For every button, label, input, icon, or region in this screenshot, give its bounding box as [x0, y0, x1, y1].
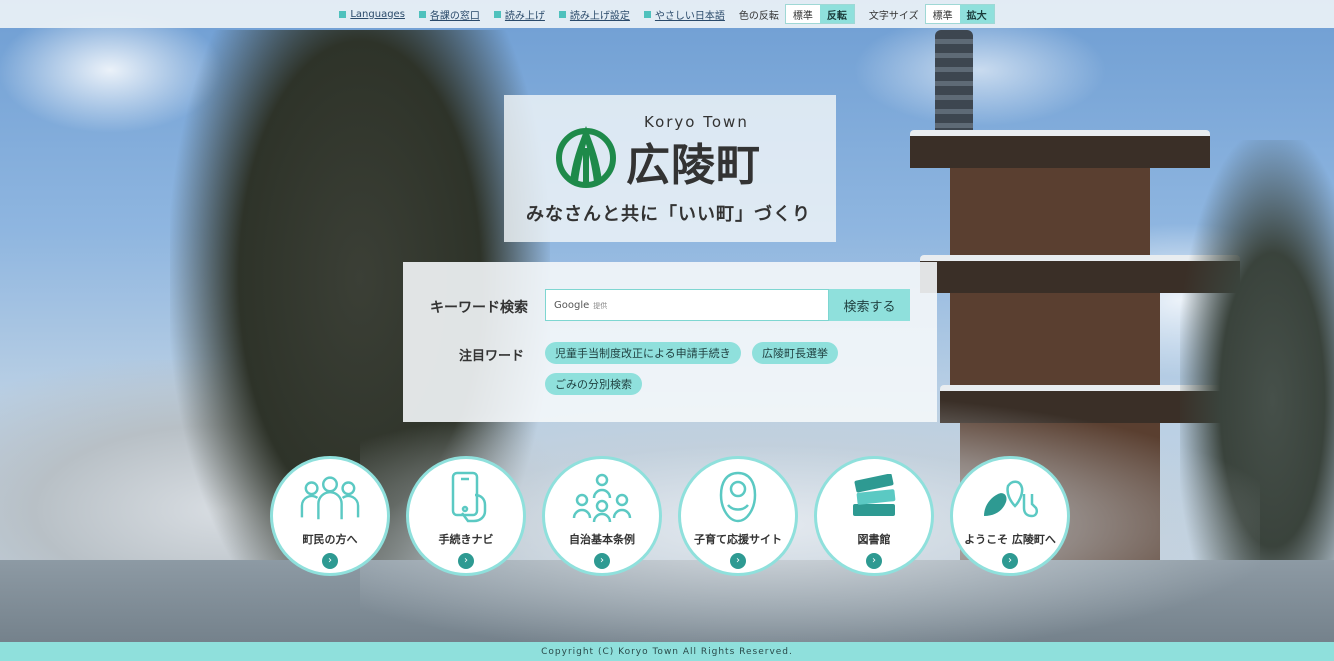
people-icon: [300, 471, 360, 523]
search-button[interactable]: 検索する: [829, 289, 910, 321]
fontsize-label: 文字サイズ: [868, 10, 919, 22]
site-logo[interactable]: Koryo Town 広陵町 みなさんと共に「いい町」づくり: [504, 95, 836, 242]
accessibility-bar: Languages 各課の窓口 読み上げ 読み上げ設定 やさしい日本語 色の反転…: [0, 0, 1334, 28]
logo-japanese: 広陵町: [626, 140, 761, 191]
baby-icon: [708, 471, 768, 523]
languages-link[interactable]: Languages: [339, 9, 405, 20]
chevron-right-icon: ›: [458, 553, 474, 569]
nav-library[interactable]: 図書館 ›: [814, 456, 934, 576]
chevron-right-icon: ›: [730, 553, 746, 569]
easy-japanese-link[interactable]: やさしい日本語: [643, 7, 725, 22]
footer-copyright: Copyright (C) Koryo Town All Rights Rese…: [0, 642, 1334, 661]
fontsize-control: 文字サイズ 標準 拡大: [869, 4, 995, 24]
nav-procedures[interactable]: 手続きナビ ›: [406, 456, 526, 576]
books-icon: [844, 471, 904, 523]
nav-label: ようこそ 広陵町へ: [964, 533, 1056, 546]
keyword-search-label: キーワード検索: [430, 300, 528, 316]
contrast-invert-button[interactable]: 反転: [819, 5, 854, 23]
read-aloud-link[interactable]: 読み上げ: [493, 7, 545, 22]
nav-childcare-support[interactable]: 子育て応援サイト ›: [678, 456, 798, 576]
community-icon: [572, 471, 632, 523]
smartphone-hand-icon: [436, 471, 496, 523]
featured-word-child-allowance[interactable]: 児童手当制度改正による申請手続き: [545, 342, 741, 364]
town-emblem-icon: [556, 126, 616, 188]
contrast-control: 色の反転 標準 反転: [739, 4, 855, 24]
chevron-right-icon: ›: [866, 553, 882, 569]
google-provider-mark: Google: [554, 299, 590, 311]
featured-word-garbage-sorting[interactable]: ごみの分別検索: [545, 373, 642, 395]
nav-label: 自治基本条例: [569, 533, 635, 546]
featured-words-label: 注目ワード: [459, 349, 525, 364]
featured-word-mayoral-election[interactable]: 広陵町長選挙: [752, 342, 838, 364]
contrast-standard-button[interactable]: 標準: [785, 5, 820, 23]
fontsize-toggle: 標準 拡大: [924, 4, 995, 24]
contrast-label: 色の反転: [738, 10, 779, 22]
search-input[interactable]: Google 提供: [545, 289, 829, 321]
chevron-right-icon: ›: [322, 553, 338, 569]
nav-label: 町民の方へ: [302, 533, 358, 546]
logo-tagline: みなさんと共に「いい町」づくり: [526, 204, 811, 225]
read-aloud-settings-link[interactable]: 読み上げ設定: [558, 7, 630, 22]
chevron-right-icon: ›: [594, 553, 610, 569]
nav-label: 手続きナビ: [438, 533, 494, 546]
nav-autonomy-ordinance[interactable]: 自治基本条例 ›: [542, 456, 662, 576]
chevron-right-icon: ›: [1002, 553, 1018, 569]
fontsize-large-button[interactable]: 拡大: [959, 5, 994, 23]
local-products-icon: [980, 471, 1040, 523]
contrast-toggle: 標準 反転: [784, 4, 855, 24]
nav-label: 図書館: [857, 533, 891, 546]
nav-residents[interactable]: 町民の方へ ›: [270, 456, 390, 576]
nav-welcome[interactable]: ようこそ 広陵町へ ›: [950, 456, 1070, 576]
nav-label: 子育て応援サイト: [694, 533, 782, 546]
search-panel: キーワード検索 Google 提供 検索する 注目ワード 児童手当制度改正による申…: [403, 262, 937, 422]
fontsize-standard-button[interactable]: 標準: [925, 5, 960, 23]
departments-link[interactable]: 各課の窓口: [418, 7, 480, 22]
